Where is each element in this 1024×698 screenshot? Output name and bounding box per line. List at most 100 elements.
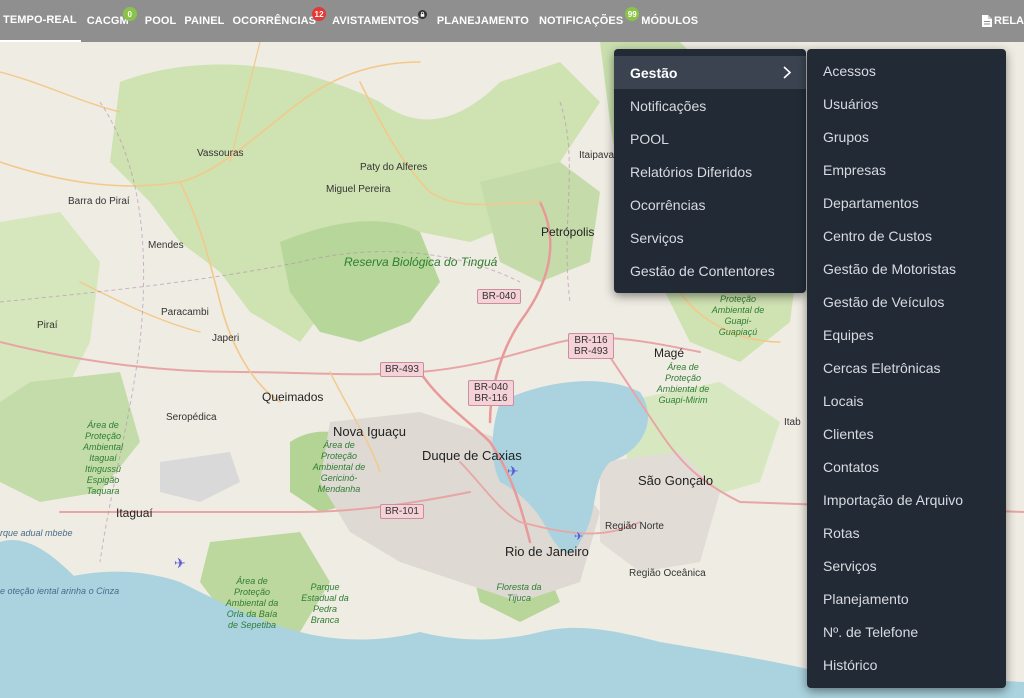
submenu-item-label: Planejamento (823, 590, 909, 607)
gestao-submenu: Acessos Usuários Grupos Empresas Departa… (807, 49, 1006, 688)
submenu-item-label: Clientes (823, 425, 874, 442)
place-seropedica: Seropédica (166, 412, 217, 423)
submenu-item-rotas[interactable]: Rotas (807, 516, 1006, 549)
place-left-coast-park: rque adual mbebe (0, 528, 73, 538)
nav-avistamentos[interactable]: AVISTAMENTOS (328, 0, 427, 42)
place-reserva-tingua: Reserva Biológica do Tinguá (344, 255, 497, 269)
nav-tempo-real[interactable]: TEMPO-REAL (0, 0, 81, 42)
nav-ocorrencias[interactable]: OCORRÊNCIAS 12 (229, 0, 327, 42)
place-apa-orla-sepetiba: Área de Proteção Ambiental da Orla da Ba… (225, 576, 279, 630)
submenu-item-gestao-motoristas[interactable]: Gestão de Motoristas (807, 252, 1006, 285)
place-japeri: Japeri (212, 333, 240, 344)
place-regiao-oceanica: Região Oceânica (629, 568, 706, 579)
menu-item-label: Notificações (630, 97, 707, 114)
modules-menu: Gestão Notificações POOL Relatórios Dife… (614, 49, 806, 293)
place-petropolis: Petrópolis (541, 225, 595, 239)
submenu-item-label: Serviços (823, 557, 877, 574)
menu-item-relatorios-diferidos[interactable]: Relatórios Diferidos (614, 155, 806, 188)
place-itab: Itab (784, 417, 801, 428)
nav-relatorios[interactable]: RELA (982, 0, 1024, 42)
road-shield-br493: BR-493 (380, 362, 424, 377)
document-icon (982, 15, 993, 27)
menu-item-label: Relatórios Diferidos (630, 163, 753, 180)
menu-item-servicos[interactable]: Serviços (614, 221, 806, 254)
submenu-item-planejamento[interactable]: Planejamento (807, 582, 1006, 615)
road-shield-br493-label: BR-493 (574, 346, 608, 357)
road-shield-br040: BR-040 (477, 289, 521, 304)
nav-relatorios-label: RELA (994, 15, 1024, 27)
nav-painel[interactable]: PAINEL (180, 0, 228, 42)
place-paracambi: Paracambi (161, 307, 209, 318)
nav-notificacoes[interactable]: NOTIFICAÇÕES 99 (535, 0, 640, 42)
submenu-item-label: Acessos (823, 62, 876, 79)
submenu-item-importacao-arquivo[interactable]: Importação de Arquivo (807, 483, 1006, 516)
place-rio-de-janeiro: Rio de Janeiro (505, 544, 589, 559)
place-apa-gericino: Área de Proteção Ambiental de Gericinó-M… (312, 440, 366, 494)
submenu-item-label: Cercas Eletrônicas (823, 359, 941, 376)
nav-modulos-label: MÓDULOS (641, 15, 699, 27)
place-apa-guapi-guapiacu: Proteção Ambiental de Guapi-Guapiaçú (711, 294, 765, 337)
submenu-item-gestao-veiculos[interactable]: Gestão de Veículos (807, 285, 1006, 318)
submenu-item-empresas[interactable]: Empresas (807, 153, 1006, 186)
top-navigation-bar: TEMPO-REAL CACGM 0 POOL PAINEL OCORRÊNCI… (0, 0, 1024, 42)
place-vassouras: Vassouras (197, 148, 244, 159)
submenu-item-label: Importação de Arquivo (823, 491, 964, 508)
place-queimados: Queimados (262, 390, 324, 404)
submenu-item-telefone[interactable]: Nº. de Telefone (807, 615, 1006, 648)
menu-item-label: POOL (630, 130, 669, 147)
submenu-item-label: Centro de Custos (823, 227, 932, 244)
nav-cacgm[interactable]: CACGM 0 (83, 0, 137, 42)
menu-item-label: Serviços (630, 229, 684, 246)
nav-pool-label: POOL (144, 15, 177, 27)
place-sao-goncalo: São Gonçalo (638, 473, 714, 488)
road-shield-br116-label: BR-116 (574, 335, 608, 346)
nav-avistamentos-label: AVISTAMENTOS (332, 15, 419, 27)
submenu-item-contatos[interactable]: Contatos (807, 450, 1006, 483)
submenu-item-usuarios[interactable]: Usuários (807, 87, 1006, 120)
submenu-item-acessos[interactable]: Acessos (807, 54, 1006, 87)
road-shield-br040-label: BR-040 (474, 382, 508, 393)
place-parque-pedra-branca: Parque Estadual da Pedra Branca (301, 582, 349, 625)
place-itaipava: Itaipava (579, 150, 615, 161)
submenu-item-equipes[interactable]: Equipes (807, 318, 1006, 351)
submenu-item-servicos[interactable]: Serviços (807, 549, 1006, 582)
ocorrencias-count-badge: 12 (312, 7, 327, 21)
place-regiao-norte: Região Norte (605, 521, 664, 532)
nav-tempo-real-label: TEMPO-REAL (3, 14, 77, 26)
submenu-item-centro-de-custos[interactable]: Centro de Custos (807, 219, 1006, 252)
submenu-item-cercas-eletronicas[interactable]: Cercas Eletrônicas (807, 351, 1006, 384)
submenu-item-grupos[interactable]: Grupos (807, 120, 1006, 153)
submenu-item-label: Contatos (823, 458, 880, 475)
place-miguel-pereira: Miguel Pereira (326, 184, 391, 195)
road-shield-br116-493: BR-116 BR-493 (568, 333, 614, 359)
menu-item-gestao-label: Gestão (630, 64, 678, 81)
place-pirai: Piraí (37, 320, 58, 331)
menu-item-gestao-contentores[interactable]: Gestão de Contentores (614, 254, 806, 287)
menu-item-ocorrencias[interactable]: Ocorrências (614, 188, 806, 221)
place-mendes: Mendes (148, 240, 184, 251)
nav-painel-label: PAINEL (184, 15, 225, 27)
submenu-item-label: Empresas (823, 161, 887, 178)
place-apa-itaguai: Área de Proteção Ambiental Itaguaí Iting… (82, 420, 124, 496)
road-shield-br116b-label: BR-116 (474, 393, 508, 404)
menu-item-pool[interactable]: POOL (614, 122, 806, 155)
submenu-item-label: Nº. de Telefone (823, 623, 919, 640)
submenu-item-label: Locais (823, 392, 864, 409)
place-apa-guapi-mirim: Área de Proteção Ambiental de Guapi-Miri… (656, 362, 710, 405)
menu-item-notificacoes[interactable]: Notificações (614, 89, 806, 122)
menu-item-gestao[interactable]: Gestão (614, 56, 806, 89)
submenu-item-clientes[interactable]: Clientes (807, 417, 1006, 450)
road-shield-br101: BR-101 (380, 504, 424, 519)
submenu-item-departamentos[interactable]: Departamentos (807, 186, 1006, 219)
place-floresta-tijuca: Floresta da Tijuca (496, 582, 542, 603)
submenu-item-locais[interactable]: Locais (807, 384, 1006, 417)
lock-icon (417, 10, 427, 19)
nav-pool[interactable]: POOL (141, 0, 181, 42)
nav-modulos[interactable]: MÓDULOS (637, 0, 702, 42)
submenu-item-label: Gestão de Veículos (823, 293, 945, 310)
place-mage: Magé (654, 346, 685, 360)
submenu-item-historico[interactable]: Histórico (807, 648, 1006, 681)
submenu-item-label: Rotas (823, 524, 860, 541)
nav-planejamento[interactable]: PLANEJAMENTO (433, 0, 533, 42)
place-left-coast-apa: e oteção iental arinha o Cinza (0, 586, 119, 596)
